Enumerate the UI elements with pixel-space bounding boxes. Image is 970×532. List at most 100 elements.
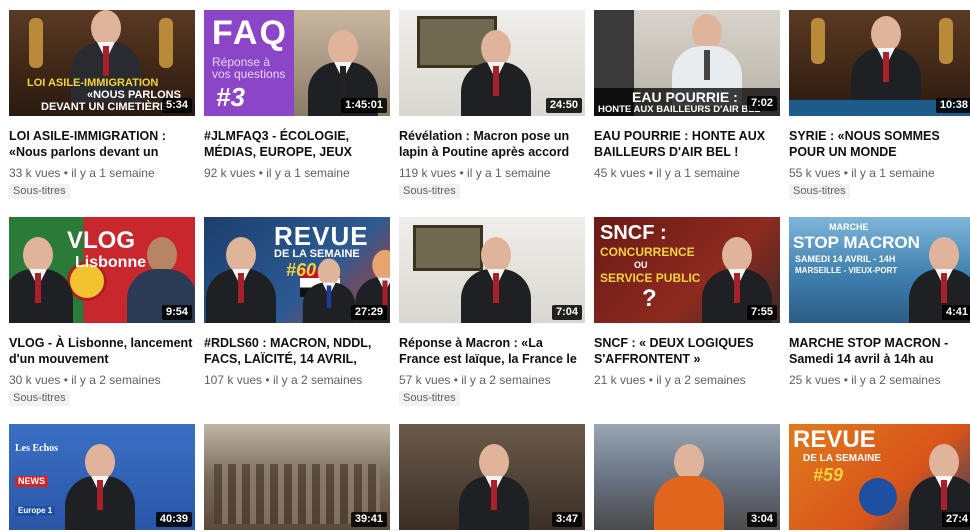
video-title[interactable]: Révélation : Macron pose un lapin à Pout…: [399, 128, 585, 160]
video-card[interactable]: Les Echos NEWS Europe 1 40:39: [9, 424, 195, 532]
video-thumbnail[interactable]: SNCF : CONCURRENCE OU SERVICE PUBLIC ? 7…: [594, 217, 780, 323]
video-thumbnail[interactable]: VLOG Lisbonne 9:54: [9, 217, 195, 323]
view-count: 119 k vues: [399, 166, 457, 180]
video-card[interactable]: 3:47: [399, 424, 585, 532]
view-count: 57 k vues: [399, 373, 451, 387]
thumbnail-caption: NEWS: [15, 476, 48, 487]
duration-badge: 39:41: [350, 512, 387, 527]
video-card[interactable]: LOI ASILE-IMMIGRATION «NOUS PARLONS DEVA…: [9, 10, 195, 217]
speaker-figure: [459, 444, 529, 530]
thumbnail-caption: SERVICE PUBLIC: [600, 271, 701, 285]
thumbnail-caption: Lisbonne: [75, 254, 147, 271]
video-meta: 55 k vues • il y a 1 semaine: [789, 166, 935, 180]
speaker-figure: [206, 237, 276, 323]
video-meta: 30 k vues • il y a 2 semaines: [9, 373, 161, 387]
thumbnail-caption: DE LA SEMAINE: [803, 453, 881, 464]
view-count: 92 k vues: [204, 166, 256, 180]
video-title[interactable]: EAU POURRIE : HONTE AUX BAILLEURS D'AIR …: [594, 128, 780, 160]
video-title[interactable]: SNCF : « DEUX LOGIQUES S'AFFRONTENT »: [594, 335, 780, 367]
thumbnail-caption: LOI ASILE-IMMIGRATION: [27, 77, 159, 89]
upload-date: il y a 2 semaines: [656, 373, 746, 387]
video-card[interactable]: EAU POURRIE : HONTE AUX BAILLEURS D'AIR …: [594, 10, 780, 217]
duration-badge: 1:45:01: [341, 98, 387, 113]
view-count: 30 k vues: [9, 373, 61, 387]
upload-date: il y a 2 semaines: [71, 373, 161, 387]
video-meta: 25 k vues • il y a 2 semaines: [789, 373, 941, 387]
video-title[interactable]: VLOG - À Lisbonne, lancement d'un mouvem…: [9, 335, 195, 367]
video-card[interactable]: VLOG Lisbonne 9:54 VLOG - À Lisbonne, la…: [9, 217, 195, 424]
video-card[interactable]: 24:50 Révélation : Macron pose un lapin …: [399, 10, 585, 217]
speaker-figure: [9, 237, 73, 323]
thumbnail-caption: FAQ: [212, 14, 288, 52]
video-title[interactable]: LOI ASILE-IMMIGRATION : «Nous parlons de…: [9, 128, 195, 160]
speaker-figure: [851, 16, 921, 108]
video-thumbnail[interactable]: 3:04: [594, 424, 780, 530]
video-thumbnail[interactable]: REVUE DE LA SEMAINE #60 27:29: [204, 217, 390, 323]
video-thumbnail[interactable]: EAU POURRIE : HONTE AUX BAILLEURS D'AIR …: [594, 10, 780, 116]
video-meta: 33 k vues • il y a 1 semaine: [9, 166, 155, 180]
video-title[interactable]: Réponse à Macron : «La France est laïque…: [399, 335, 585, 367]
video-title[interactable]: MARCHE STOP MACRON - Samedi 14 avril à 1…: [789, 335, 970, 367]
video-meta: 45 k vues • il y a 1 semaine: [594, 166, 740, 180]
video-card[interactable]: SNCF : CONCURRENCE OU SERVICE PUBLIC ? 7…: [594, 217, 780, 424]
thumbnail-caption: #59: [813, 465, 844, 485]
video-title[interactable]: #RDLS60 : MACRON, NDDL, FACS, LAÏCITÉ, 1…: [204, 335, 390, 367]
upload-date: il y a 1 semaine: [851, 166, 935, 180]
thumbnail-caption: EAU POURRIE :: [632, 89, 738, 105]
subtitles-badge: Sous-titres: [9, 391, 70, 406]
upload-date: il y a 2 semaines: [272, 373, 363, 387]
duration-badge: 3:04: [746, 512, 777, 527]
video-card[interactable]: REVUE DE LA SEMAINE #59 27:4: [789, 424, 970, 532]
video-thumbnail[interactable]: MARCHE STOP MACRON SAMEDI 14 AVRIL - 14H…: [789, 217, 970, 323]
video-thumbnail[interactable]: 7:04: [399, 217, 585, 323]
thumbnail-caption: vos questions: [212, 67, 286, 81]
video-thumbnail[interactable]: FAQ Réponse à vos questions #3 1:45:01: [204, 10, 390, 116]
video-meta: 92 k vues • il y a 1 semaine: [204, 166, 350, 180]
video-meta: 119 k vues • il y a 1 semaine: [399, 166, 551, 180]
video-thumbnail[interactable]: 24:50: [399, 10, 585, 116]
view-count: 21 k vues: [594, 373, 646, 387]
video-card[interactable]: MARCHE STOP MACRON SAMEDI 14 AVRIL - 14H…: [789, 217, 970, 424]
duration-badge: 7:02: [746, 96, 777, 111]
thumbnail-caption: HONTE AUX BAILLEURS D'AIR BEL: [598, 104, 761, 115]
video-thumbnail[interactable]: 3:47: [399, 424, 585, 530]
view-count: 45 k vues: [594, 166, 646, 180]
duration-badge: 10:38: [935, 98, 970, 113]
duration-badge: 7:55: [746, 305, 777, 320]
duration-badge: 7:04: [551, 305, 582, 320]
video-thumbnail[interactable]: LOI ASILE-IMMIGRATION «NOUS PARLONS DEVA…: [9, 10, 195, 116]
video-card[interactable]: 7:04 Réponse à Macron : «La France est l…: [399, 217, 585, 424]
view-count: 55 k vues: [789, 166, 841, 180]
video-title[interactable]: SYRIE : «NOUS SOMMES POUR UN MONDE: [789, 128, 970, 160]
video-grid: LOI ASILE-IMMIGRATION «NOUS PARLONS DEVA…: [9, 10, 970, 532]
video-card[interactable]: 10:38 SYRIE : «NOUS SOMMES POUR UN MONDE…: [789, 10, 970, 217]
video-thumbnail[interactable]: 39:41: [204, 424, 390, 530]
video-thumbnail[interactable]: Les Echos NEWS Europe 1 40:39: [9, 424, 195, 530]
thumbnail-caption: SNCF :: [600, 222, 667, 244]
video-meta: 107 k vues • il y a 2 semaines: [204, 373, 363, 387]
duration-badge: 24:50: [545, 98, 582, 113]
view-count: 33 k vues: [9, 166, 61, 180]
thumbnail-caption: ?: [642, 285, 657, 312]
duration-badge: 9:54: [161, 305, 192, 320]
upload-date: il y a 1 semaine: [467, 166, 551, 180]
thumbnail-caption: OU: [634, 260, 648, 270]
video-card[interactable]: FAQ Réponse à vos questions #3 1:45:01 #…: [204, 10, 390, 217]
video-card[interactable]: REVUE DE LA SEMAINE #60 27:29 #RDLS60 : …: [204, 217, 390, 424]
video-thumbnail[interactable]: 10:38: [789, 10, 970, 116]
video-card[interactable]: 39:41: [204, 424, 390, 532]
thumbnail-caption: STOP MACRON: [793, 233, 920, 252]
upload-date: il y a 1 semaine: [71, 166, 155, 180]
thumbnail-caption: MARSEILLE - VIEUX-PORT: [795, 266, 898, 275]
upload-date: il y a 2 semaines: [461, 373, 551, 387]
thumbnail-caption: MARCHE: [829, 222, 869, 232]
subtitles-badge: Sous-titres: [9, 184, 70, 199]
thumbnail-caption: REVUE: [793, 426, 876, 453]
thumbnail-caption: #60: [286, 260, 317, 280]
video-card[interactable]: 3:04: [594, 424, 780, 532]
subtitles-badge: Sous-titres: [399, 184, 460, 199]
video-thumbnail[interactable]: REVUE DE LA SEMAINE #59 27:4: [789, 424, 970, 530]
thumbnail-caption: SAMEDI 14 AVRIL - 14H: [795, 254, 896, 264]
video-title[interactable]: #JLMFAQ3 - ÉCOLOGIE, MÉDIAS, EUROPE, JEU…: [204, 128, 390, 160]
duration-badge: 3:47: [551, 512, 582, 527]
